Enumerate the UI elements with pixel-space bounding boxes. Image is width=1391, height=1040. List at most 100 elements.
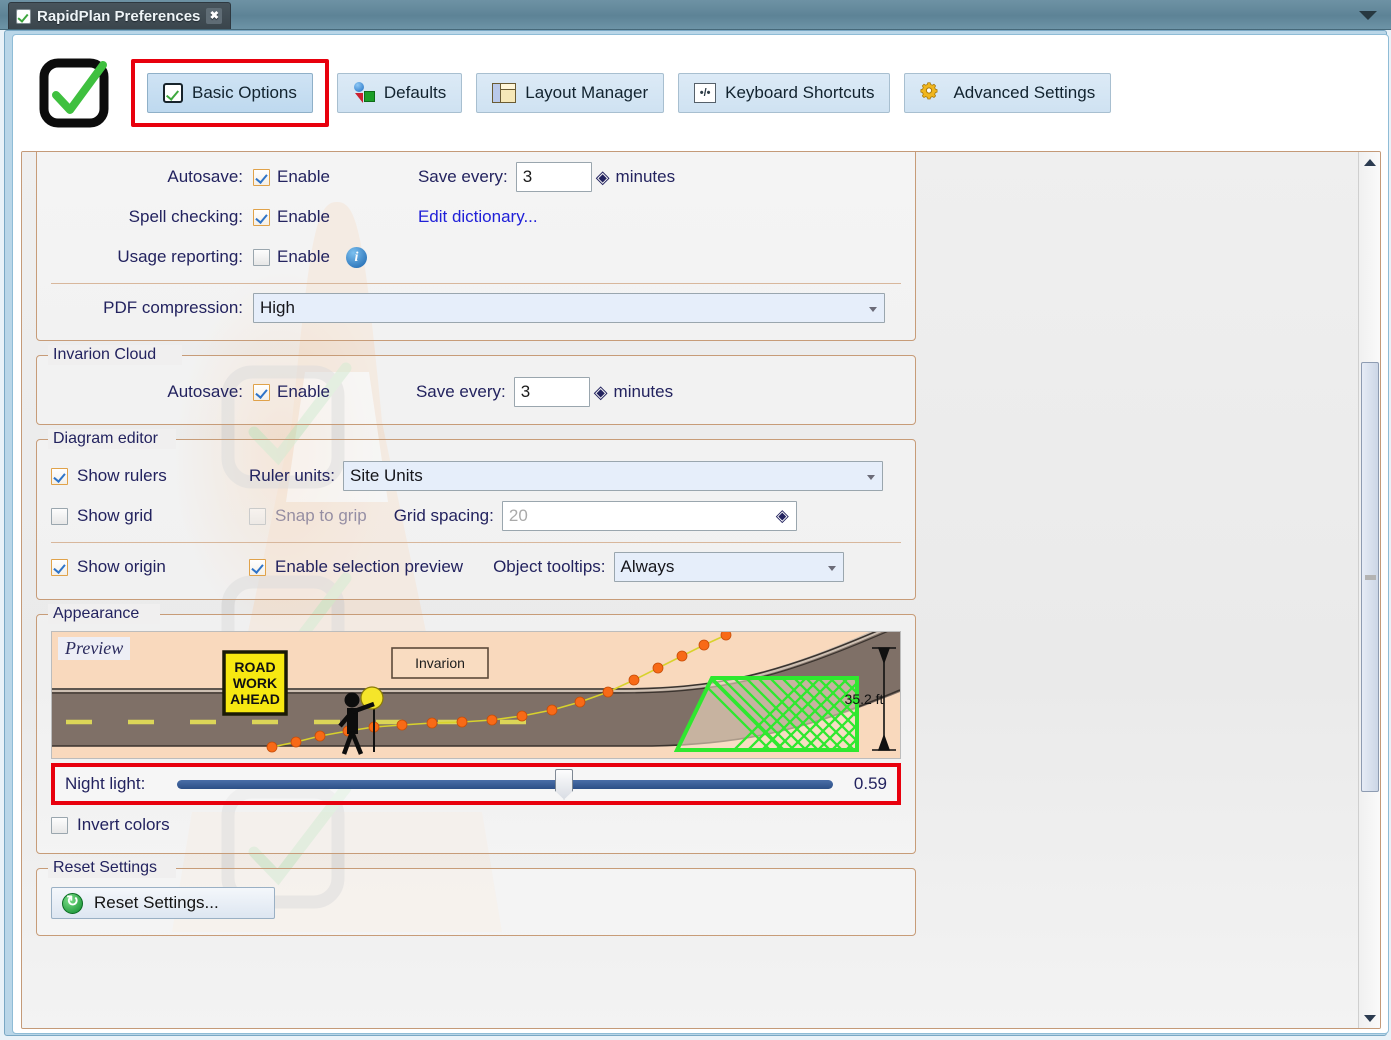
row-show-origin: Show origin Enable selection preview Obj… [51, 547, 901, 587]
svg-text:WORK: WORK [233, 675, 277, 691]
group-reset-settings: Reset Settings Reset Settings... [36, 858, 916, 936]
triangle-down-icon [1364, 1014, 1376, 1022]
dialog-frame: Basic Options Defaults Layout Manager •/… [4, 30, 1389, 1036]
preview-label: Preview [58, 637, 131, 660]
window-title: RapidPlan Preferences [37, 7, 201, 25]
ruler-units-select[interactable]: Site Units [342, 461, 883, 491]
night-light-row: Night light: 0.59 [65, 768, 887, 800]
divider [51, 283, 901, 284]
preferences-toolbar: Basic Options Defaults Layout Manager •/… [21, 41, 1381, 145]
tab-rapidplan-preferences[interactable]: RapidPlan Preferences ✖ [8, 2, 232, 29]
pdf-compression-value: High [260, 298, 295, 317]
row-pdf-compression: PDF compression: High [51, 288, 901, 328]
scroll-down-button[interactable] [1359, 1008, 1380, 1028]
info-icon[interactable]: i [345, 246, 367, 268]
autosave-label: Autosave: [167, 167, 243, 186]
tab-keyboard-shortcuts[interactable]: •/• Keyboard Shortcuts [678, 73, 891, 113]
row-cloud-autosave: Autosave: Enable Save every: 3 ◈ minutes [51, 372, 901, 412]
grid-spacing-label: Grid spacing: [393, 506, 494, 525]
snap-to-grip-label: Snap to grip [275, 506, 367, 525]
preferences-window: RapidPlan Preferences ✖ Basic Options De… [0, 0, 1391, 1040]
scrollbar-thumb[interactable] [1361, 362, 1379, 792]
close-icon[interactable]: ✖ [206, 8, 223, 24]
save-every-input[interactable]: 3 [515, 162, 592, 192]
tab-layout-manager-label: Layout Manager [525, 83, 649, 102]
night-light-value: 0.59 [853, 774, 887, 793]
grid-spacing-spinner[interactable]: ◈ [776, 502, 789, 530]
show-grid-label: Show grid [77, 506, 153, 525]
selection-preview-checkbox[interactable] [249, 558, 266, 576]
spell-checking-checkbox[interactable] [253, 208, 270, 226]
usage-reporting-checkbox[interactable] [253, 248, 270, 266]
autosave-enable-label: Enable [277, 167, 330, 186]
night-light-slider-thumb[interactable] [555, 768, 574, 800]
cloud-autosave-checkbox[interactable] [253, 383, 270, 401]
reset-settings-button[interactable]: Reset Settings... [51, 887, 275, 919]
spell-checking-label: Spell checking: [128, 207, 243, 226]
object-tooltips-value: Always [620, 557, 675, 576]
tab-defaults-label: Defaults [383, 83, 447, 102]
row-usage-reporting: Usage reporting: Enable i [51, 237, 901, 277]
show-rulers-label: Show rulers [77, 466, 167, 485]
usage-reporting-enable-label: Enable [277, 247, 330, 266]
cloud-save-every-input[interactable]: 3 [513, 377, 590, 407]
scroll-up-button[interactable] [1359, 152, 1380, 172]
rapidplan-checkmark-logo [39, 57, 111, 129]
tab-keyboard-shortcuts-label: Keyboard Shortcuts [725, 83, 875, 102]
group-appearance-title: Appearance [53, 605, 140, 622]
group-reset-settings-title: Reset Settings [53, 859, 158, 876]
window-tabstrip: RapidPlan Preferences ✖ [0, 0, 1391, 30]
pdf-compression-label: PDF compression: [103, 298, 243, 317]
preferences-content: Autosave: Enable Save every: 3 ◈ minutes… [21, 151, 1381, 1029]
grid-spacing-value: 20 [508, 506, 528, 525]
layout-panes-icon [492, 83, 517, 103]
settings-scroll-area[interactable]: Autosave: Enable Save every: 3 ◈ minutes… [22, 152, 1360, 1028]
row-autosave: Autosave: Enable Save every: 3 ◈ minutes [51, 157, 901, 197]
gear-icon [920, 82, 944, 104]
checkbox-check-icon [163, 83, 183, 103]
checkbox-check-icon [16, 8, 31, 24]
keyboard-keys-icon: •/• [694, 83, 717, 103]
show-origin-checkbox[interactable] [51, 558, 68, 576]
autosave-checkbox[interactable] [253, 168, 270, 186]
pdf-compression-select[interactable]: High [253, 293, 885, 323]
refresh-icon [62, 892, 83, 914]
group-general: Autosave: Enable Save every: 3 ◈ minutes… [36, 152, 916, 341]
tab-layout-manager[interactable]: Layout Manager [476, 73, 665, 113]
appearance-preview: Preview ROAD WORK AHEAD Invarion 35.2 ft [51, 631, 901, 759]
settings-form: Autosave: Enable Save every: 3 ◈ minutes… [36, 152, 916, 950]
chevron-down-icon [827, 566, 836, 571]
spell-checking-enable-label: Enable [277, 207, 330, 226]
tab-advanced-settings[interactable]: Advanced Settings [904, 73, 1112, 113]
svg-text:Invarion: Invarion [415, 655, 465, 671]
save-every-label: Save every: [417, 167, 508, 186]
minutes-label: minutes [615, 167, 676, 186]
cloud-autosave-label: Autosave: [167, 382, 243, 401]
ruler-units-value: Site Units [349, 466, 423, 485]
chevron-down-icon [866, 475, 875, 480]
tab-advanced-settings-label: Advanced Settings [953, 83, 1096, 102]
selection-preview-label: Enable selection preview [275, 557, 464, 576]
show-rulers-checkbox[interactable] [51, 467, 68, 485]
group-invarion-cloud-title: Invarion Cloud [53, 346, 157, 363]
night-light-label: Night light: [65, 774, 146, 793]
cloud-save-every-spinner[interactable]: ◈ [590, 382, 612, 403]
tab-basic-options[interactable]: Basic Options [147, 73, 313, 113]
snap-to-grip-checkbox[interactable] [249, 507, 266, 525]
tab-defaults[interactable]: Defaults [336, 73, 463, 113]
chevron-down-icon[interactable] [1359, 11, 1377, 20]
save-every-spinner[interactable]: ◈ [592, 167, 614, 188]
object-tooltips-select[interactable]: Always [613, 552, 844, 582]
cloud-autosave-enable-label: Enable [277, 382, 330, 401]
grid-spacing-input[interactable]: 20 ◈ [501, 501, 797, 531]
invert-colors-checkbox[interactable] [51, 816, 68, 834]
dialog-body: Basic Options Defaults Layout Manager •/… [12, 34, 1389, 1034]
vertical-scrollbar[interactable] [1358, 152, 1380, 1028]
svg-text:ROAD: ROAD [234, 659, 275, 675]
show-grid-checkbox[interactable] [51, 507, 68, 525]
night-light-slider[interactable] [177, 768, 833, 800]
edit-dictionary-link[interactable]: Edit dictionary... [418, 207, 538, 227]
row-show-rulers: Show rulers Ruler units: Site Units [51, 456, 901, 496]
group-diagram-editor: Diagram editor Show rulers Ruler units: … [36, 429, 916, 600]
group-diagram-editor-title: Diagram editor [53, 430, 158, 447]
